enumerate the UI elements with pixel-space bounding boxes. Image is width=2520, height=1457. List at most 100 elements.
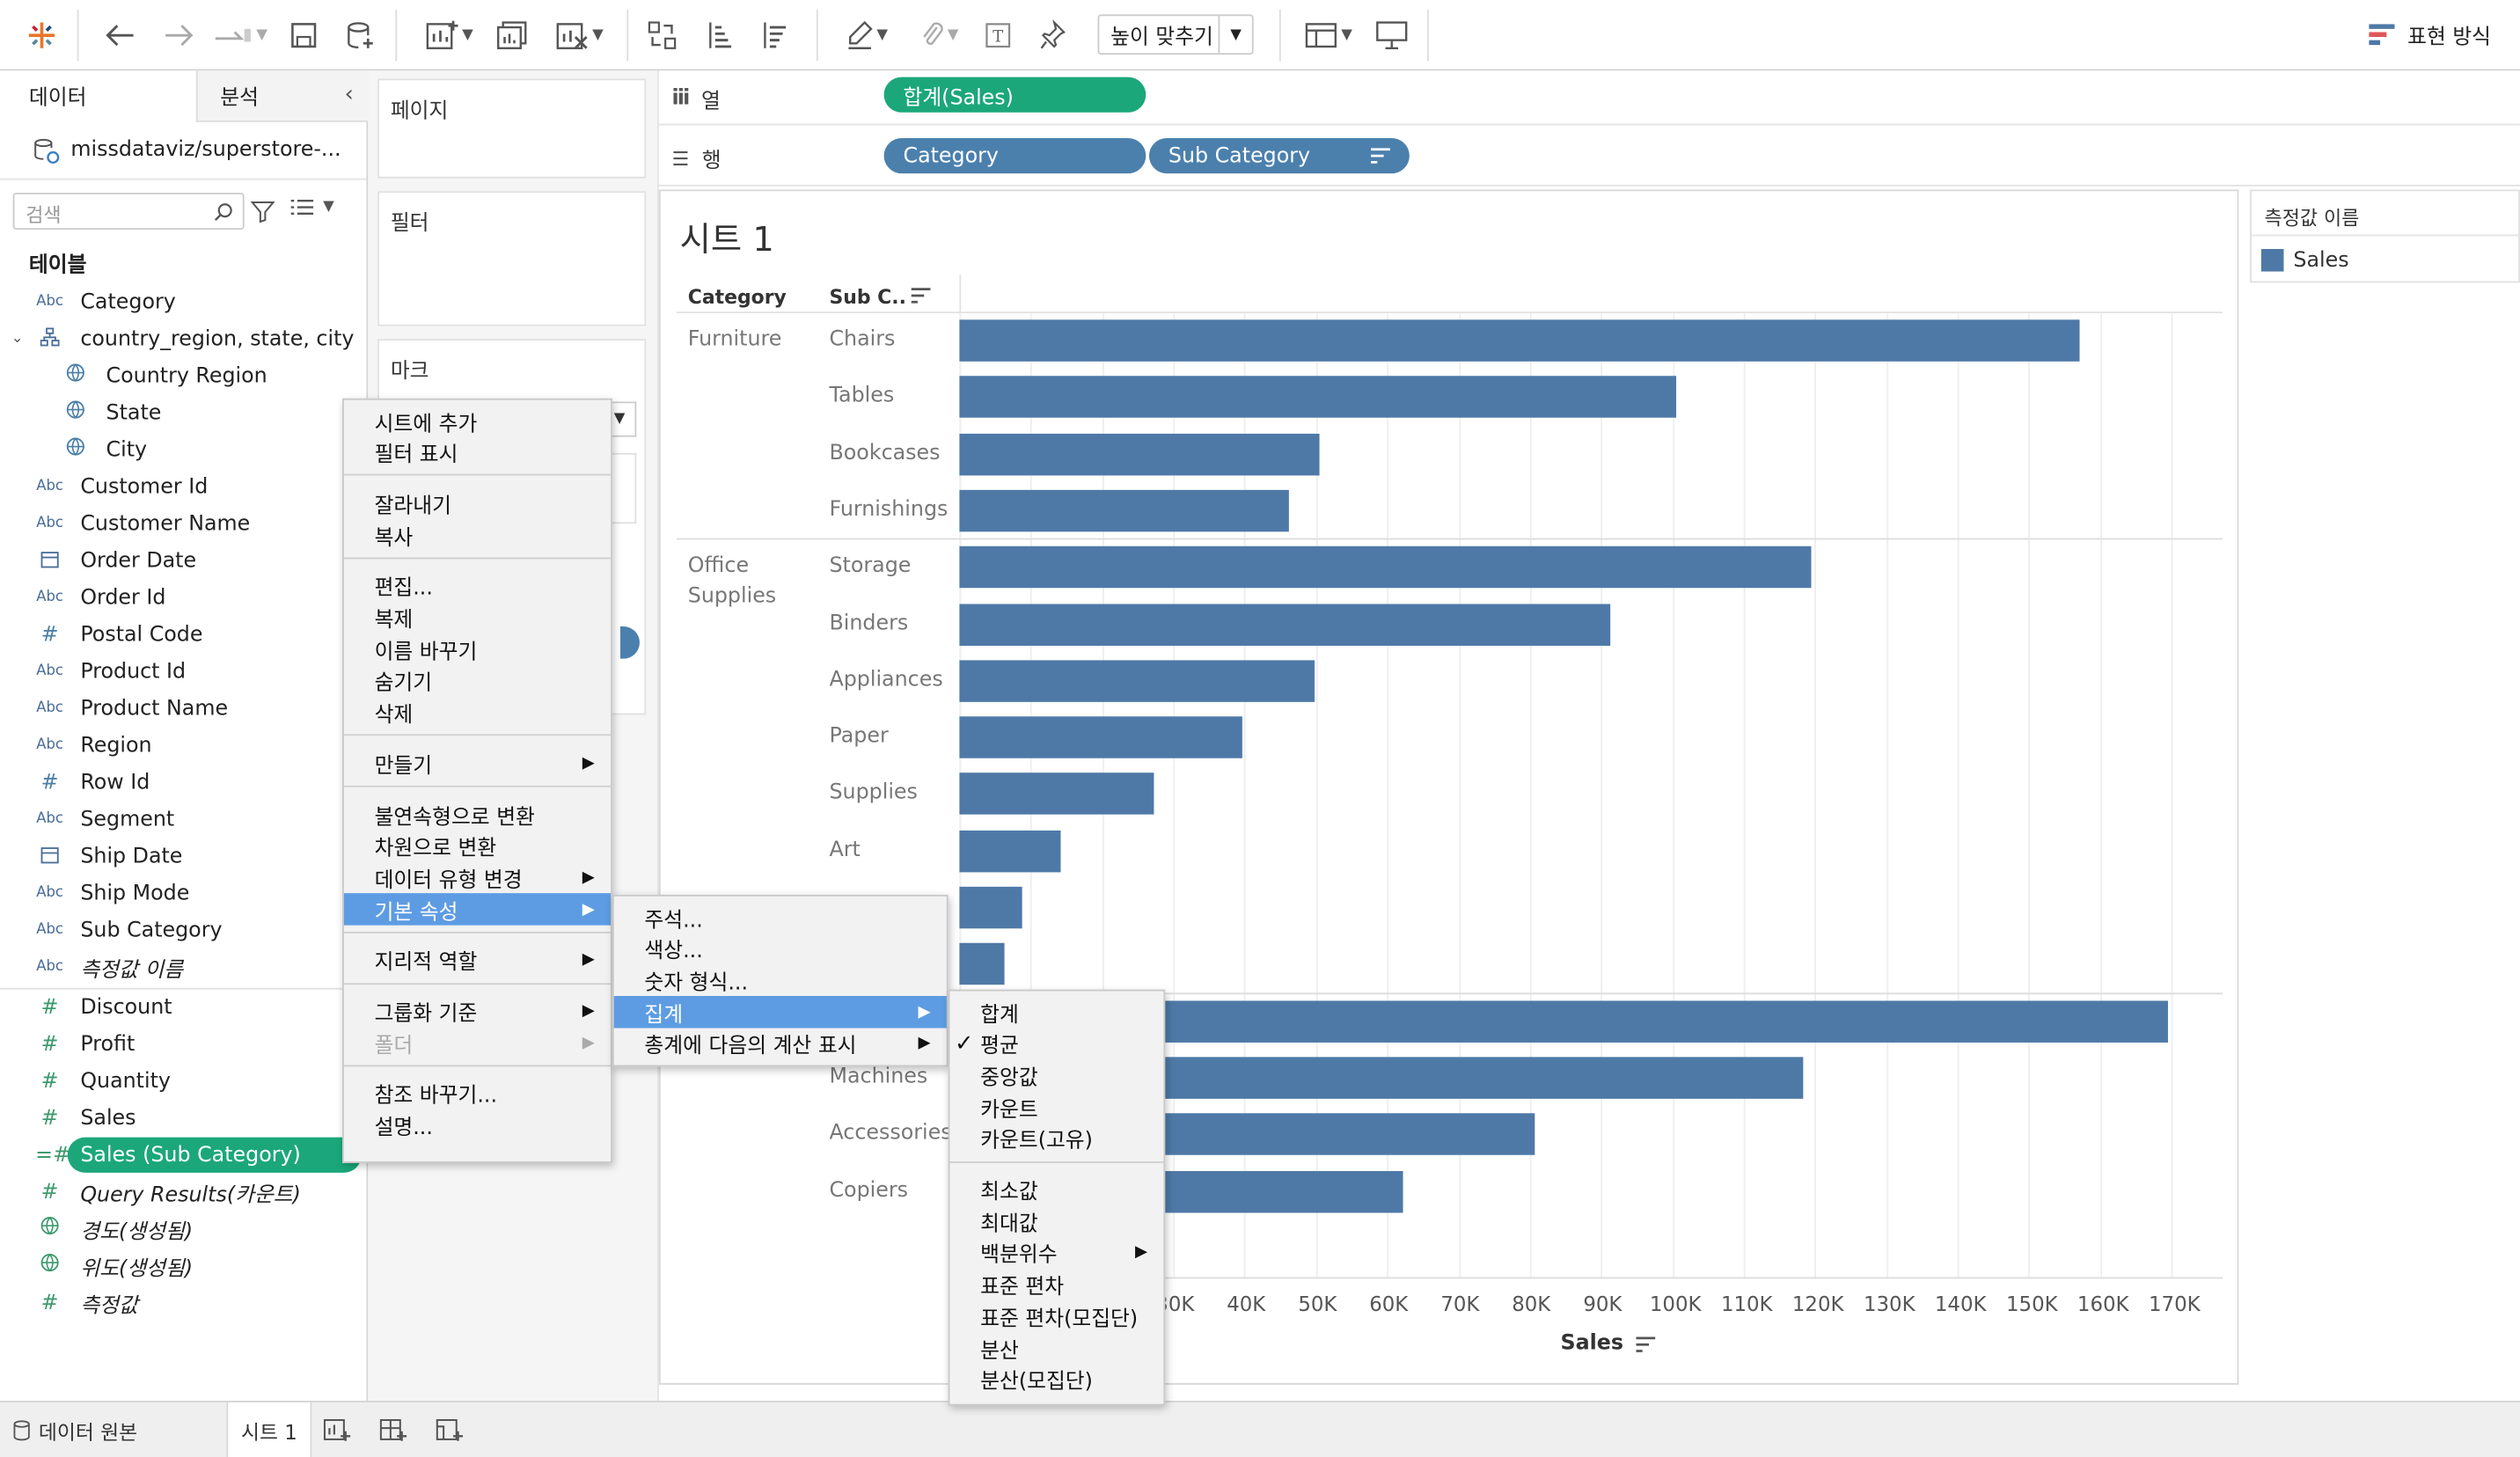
field-경도-생성됨[interactable]: 경도(생성됨): [0, 1212, 366, 1247]
menu-item-삭제[interactable]: 삭제: [344, 697, 611, 729]
menu-item-색상[interactable]: 색상...: [614, 933, 947, 965]
tab-datasource[interactable]: 데이터 원본: [0, 1402, 229, 1457]
bar-storage[interactable]: [959, 546, 1813, 589]
subcategory-label-copiers[interactable]: Copiers: [829, 1178, 908, 1202]
menu-item-표준-편차[interactable]: 표준 편차: [949, 1269, 1163, 1301]
field-측정값-이름[interactable]: Abc 측정값 이름: [0, 949, 366, 985]
bar-supplies[interactable]: [959, 772, 1154, 816]
bar-row-10[interactable]: [959, 886, 1022, 929]
menu-item-설명[interactable]: 설명...: [344, 1109, 611, 1142]
subcategory-label-machines[interactable]: Machines: [829, 1065, 927, 1088]
new-datasource-icon[interactable]: [341, 16, 379, 55]
bar-row-11[interactable]: [959, 943, 1004, 985]
new-worksheet-tab-icon[interactable]: [323, 1416, 352, 1451]
tab-analysis[interactable]: 분석 ‹: [195, 70, 369, 122]
new-story-icon[interactable]: [436, 1416, 465, 1451]
menu-item-잘라내기[interactable]: 잘라내기: [344, 487, 611, 520]
subcategory-label-art[interactable]: Art: [829, 838, 860, 861]
bar-art[interactable]: [959, 830, 1060, 872]
menu-item-카운트-고유[interactable]: 카운트(고유): [949, 1123, 1163, 1155]
menu-item-필터-표시[interactable]: 필터 표시: [344, 436, 611, 469]
new-dashboard-icon[interactable]: [379, 1416, 408, 1451]
show-me-button[interactable]: 표현 방식: [2369, 19, 2491, 50]
subcategory-label-paper[interactable]: Paper: [829, 725, 888, 749]
pages-card[interactable]: 페이지: [377, 78, 647, 179]
field-category[interactable]: Abc Category: [0, 284, 366, 319]
swap-rows-columns-icon[interactable]: [643, 16, 682, 55]
menu-item-차원으로-변환[interactable]: 차원으로 변환: [344, 830, 611, 862]
x-axis-title[interactable]: Sales: [1561, 1332, 1656, 1356]
tab-data[interactable]: 데이터: [0, 70, 196, 122]
show-mark-labels-icon[interactable]: T: [980, 16, 1015, 55]
columns-shelf[interactable]: iii 열 합계(Sales): [658, 70, 2520, 126]
menu-item-총계에-다음의-계산-표시[interactable]: 총계에 다음의 계산 표시 ▶: [614, 1028, 947, 1060]
sort-ascending-icon[interactable]: [700, 16, 739, 55]
marks-pill[interactable]: [620, 626, 640, 659]
field-state[interactable]: State: [0, 395, 366, 430]
menu-item-편집[interactable]: 편집...: [344, 570, 611, 603]
field-region[interactable]: Abc Region: [0, 728, 366, 763]
bar-paper[interactable]: [959, 716, 1242, 758]
legend-item-sales[interactable]: Sales: [2293, 249, 2348, 273]
field-segment[interactable]: Abc Segment: [0, 802, 366, 837]
filter-icon[interactable]: [250, 199, 275, 223]
sort-descending-icon[interactable]: [755, 16, 794, 55]
menu-item-복사[interactable]: 복사: [344, 519, 611, 552]
presentation-mode-icon[interactable]: [1373, 16, 1411, 55]
field-quantity[interactable]: # Quantity: [0, 1064, 366, 1099]
menu-item-평균[interactable]: 평균 ✓: [949, 1028, 1163, 1060]
menu-item-복제[interactable]: 복제: [344, 602, 611, 634]
menu-item-숫자-형식[interactable]: 숫자 형식...: [614, 964, 947, 997]
replay-icon[interactable]: ▼: [209, 16, 269, 55]
menu-item-카운트[interactable]: 카운트: [949, 1091, 1163, 1124]
group-members-icon[interactable]: ▼: [910, 16, 968, 55]
undo-icon[interactable]: [99, 16, 141, 55]
field-order-id[interactable]: Abc Order Id: [0, 580, 366, 615]
menu-item-불연속형으로-변환[interactable]: 불연속형으로 변환: [344, 798, 611, 831]
collapse-pane-icon[interactable]: ‹: [345, 82, 354, 107]
menu-item-그룹화-기준[interactable]: 그룹화 기준 ▶: [344, 995, 611, 1028]
subcategory-label-accessories[interactable]: Accessories: [829, 1122, 951, 1146]
menu-item-최대값[interactable]: 최대값: [949, 1205, 1163, 1238]
subcategory-label-bookcases[interactable]: Bookcases: [829, 441, 940, 465]
menu-item-분산-모집단[interactable]: 분산(모집단): [949, 1364, 1163, 1396]
subcategory-label-tables[interactable]: Tables: [829, 384, 894, 408]
menu-item-합계[interactable]: 합계: [949, 996, 1163, 1029]
menu-item-주석[interactable]: 주석...: [614, 901, 947, 934]
subcategory-label-furnishings[interactable]: Furnishings: [829, 498, 948, 522]
menu-item-지리적-역할[interactable]: 지리적 역할 ▶: [344, 944, 611, 977]
columns-pill-sales[interactable]: 합계(Sales): [883, 77, 1146, 113]
menu-item-분산[interactable]: 분산: [949, 1332, 1163, 1365]
field-ship-mode[interactable]: Abc Ship Mode: [0, 875, 366, 911]
rows-pill-category[interactable]: Category: [883, 138, 1146, 174]
bar-binders[interactable]: [959, 603, 1610, 646]
field-city[interactable]: City: [0, 432, 366, 467]
filters-card[interactable]: 필터: [377, 191, 647, 326]
new-worksheet-icon[interactable]: ▼: [414, 16, 482, 55]
clear-sheet-icon[interactable]: ▼: [546, 16, 611, 55]
field-product-id[interactable]: Abc Product Id: [0, 654, 366, 689]
field-sales-sub-category[interactable]: =# Sales (Sub Category): [0, 1137, 366, 1173]
category-label-furniture[interactable]: Furniture: [688, 325, 817, 355]
bar-bookcases[interactable]: [959, 433, 1321, 475]
field-row-id[interactable]: # Row Id: [0, 765, 366, 800]
menu-item-이름-바꾸기[interactable]: 이름 바꾸기: [344, 633, 611, 666]
menu-item-중앙값[interactable]: 중앙값: [949, 1059, 1163, 1092]
field-country-region[interactable]: Country Region: [0, 358, 366, 393]
field-sales[interactable]: # Sales: [0, 1101, 366, 1136]
fit-dropdown[interactable]: 높이 맞추기 ▼: [1097, 14, 1254, 55]
bar-furnishings[interactable]: [959, 489, 1288, 532]
subcategory-label-storage[interactable]: Storage: [829, 554, 911, 578]
chevron-down-icon[interactable]: ⌄: [11, 331, 24, 347]
field-profit[interactable]: # Profit: [0, 1027, 366, 1062]
rows-shelf[interactable]: ☰ 행 Category Sub Category: [658, 128, 2520, 187]
field-product-name[interactable]: Abc Product Name: [0, 691, 366, 726]
field-customer-name[interactable]: Abc Customer Name: [0, 506, 366, 541]
bar-appliances[interactable]: [959, 660, 1315, 702]
menu-item-집계[interactable]: 집계 ▶: [613, 996, 947, 1029]
field-위도-생성됨[interactable]: 위도(생성됨): [0, 1248, 366, 1284]
highlight-icon[interactable]: ▼: [836, 16, 897, 55]
field-customer-id[interactable]: Abc Customer Id: [0, 469, 366, 504]
field-country-region-state-city[interactable]: ⌄ country_region, state, city: [0, 321, 366, 356]
menu-item-참조-바꾸기[interactable]: 참조 바꾸기...: [344, 1078, 611, 1110]
